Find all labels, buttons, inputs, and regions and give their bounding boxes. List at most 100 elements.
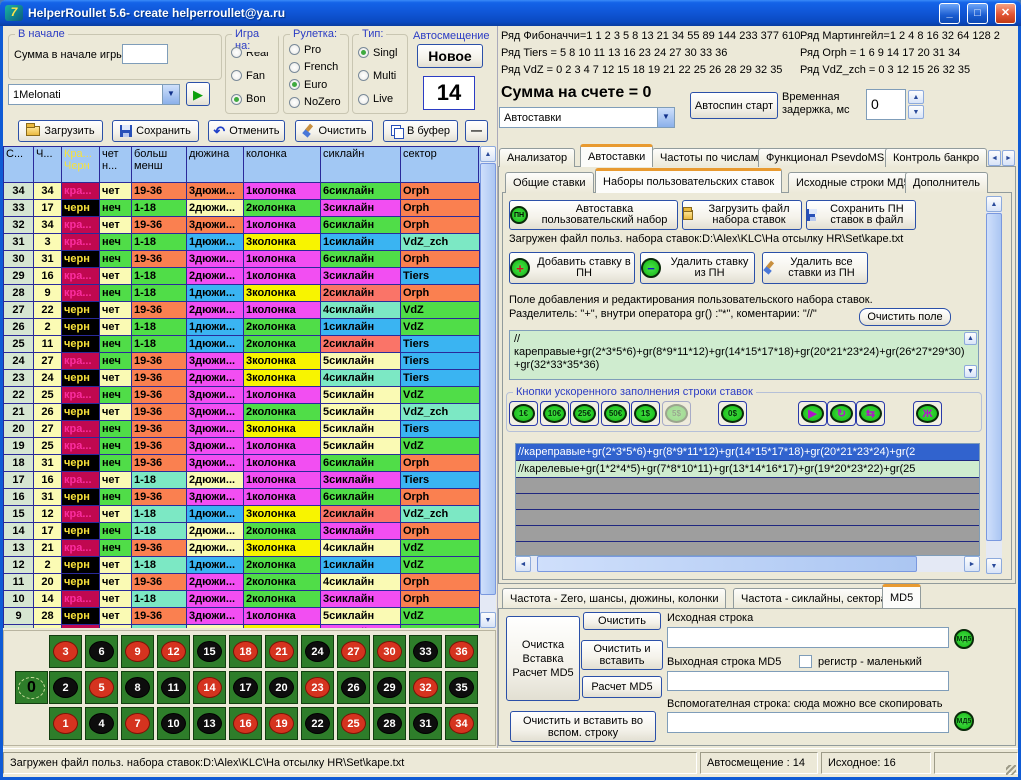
table-row[interactable]: 1631черннеч19-363дюжи...1колонка6сиклайн… (4, 489, 480, 506)
board-number-30[interactable]: 30 (373, 635, 406, 668)
delete-all-bets-button[interactable]: Удалить все ставки из ПН (762, 252, 868, 284)
board-number-10[interactable]: 10 (157, 707, 190, 740)
board-number-1[interactable]: 1 (49, 707, 82, 740)
tab-общие-ставки[interactable]: Общие ставки (505, 172, 594, 193)
table-row[interactable]: 928чернчет19-363дюжи...1колонка5сиклайнV… (4, 608, 480, 625)
table-row[interactable]: 2511черннеч1-181дюжи...2колонка2сиклайнT… (4, 336, 480, 353)
board-number-3[interactable]: 3 (49, 635, 82, 668)
table-row[interactable]: 2027кра...неч19-363дюжи...3колонка5сикла… (4, 421, 480, 438)
undo-button[interactable]: ↶Отменить (208, 120, 285, 142)
board-number-26[interactable]: 26 (337, 671, 370, 704)
chip-25€-button[interactable]: 25€ (570, 401, 599, 426)
spinner-down-icon[interactable]: ▼ (908, 105, 924, 119)
tab-наборы-пользовательских-ставок[interactable]: Наборы пользовательских ставок (595, 168, 782, 193)
board-number-29[interactable]: 29 (373, 671, 406, 704)
board-number-16[interactable]: 16 (229, 707, 262, 740)
tabs-scroll-right-icon[interactable]: ► (1002, 150, 1015, 166)
list-hscrollbar[interactable]: ◄ ► (515, 556, 980, 572)
chevron-down-icon[interactable]: ▼ (657, 108, 674, 127)
board-number-32[interactable]: 32 (409, 671, 442, 704)
panel-scroll-thumb[interactable] (986, 213, 1002, 541)
refresh-chip-button[interactable]: ↻ (827, 401, 856, 426)
case-checkbox[interactable] (799, 655, 812, 668)
board-number-12[interactable]: 12 (157, 635, 190, 668)
autobet-user-set-button[interactable]: ПН Автоставка пользовательский набор (509, 200, 678, 230)
board-number-7[interactable]: 7 (121, 707, 154, 740)
table-row[interactable]: 313кра...неч1-181дюжи...3колонка1сиклайн… (4, 234, 480, 251)
spinner-up-icon[interactable]: ▲ (908, 90, 924, 104)
board-zero[interactable]: 0 (15, 671, 48, 704)
delete-bet-button[interactable]: − Удалить ставку из ПН (640, 252, 755, 284)
tab-частоты-по-числам[interactable]: Частоты по числам (652, 148, 766, 167)
board-number-34[interactable]: 34 (445, 707, 478, 740)
md5-calc-icon[interactable]: МД5 (954, 629, 974, 649)
clear-button[interactable]: Очистить (295, 120, 373, 142)
md5-clear-button[interactable]: Очистить (583, 612, 661, 630)
scroll-up-icon[interactable]: ▲ (986, 196, 1002, 212)
scroll-right-icon[interactable]: ► (964, 556, 980, 572)
md5-aux-input[interactable] (667, 712, 949, 733)
table-row[interactable]: 2722чернчет19-362дюжи...1колонка4сиклайн… (4, 302, 480, 319)
board-number-14[interactable]: 14 (193, 671, 226, 704)
radio-euro[interactable]: Euro (289, 79, 344, 91)
table-row[interactable]: 2126чернчет19-363дюжи...2колонка5сиклайн… (4, 404, 480, 421)
radio-french[interactable]: French (289, 61, 344, 73)
table-scroll-thumb[interactable] (480, 163, 496, 595)
table-row[interactable]: 1831черннеч19-363дюжи...1колонка6сиклайн… (4, 455, 480, 472)
list-item-empty[interactable] (516, 542, 979, 556)
chip-50€-button[interactable]: 50€ (601, 401, 630, 426)
board-number-35[interactable]: 35 (445, 671, 478, 704)
board-number-22[interactable]: 22 (301, 707, 334, 740)
scroll-up-icon[interactable]: ▲ (480, 146, 496, 162)
field-scroll-down-icon[interactable]: ▼ (964, 365, 977, 378)
board-number-20[interactable]: 20 (265, 671, 298, 704)
board-number-2[interactable]: 2 (49, 671, 82, 704)
md5-calc-button[interactable]: Расчет MD5 (582, 676, 662, 698)
panel-scrollbar[interactable]: ▲ ▼ (986, 196, 1002, 574)
table-row[interactable]: 1321кра...неч19-362дюжи...3колонка4сикла… (4, 540, 480, 557)
save-set-file-button[interactable]: Сохранить ПН ставок в файл (806, 200, 916, 230)
autospin-start-button[interactable]: Автоспин старт (690, 92, 778, 119)
md5-big-button[interactable]: ОчисткаВставкаРасчет MD5 (506, 616, 580, 701)
md5-clear-paste-aux-button[interactable]: Очистить и вставить во вспом. строку (510, 711, 656, 742)
board-number-25[interactable]: 25 (337, 707, 370, 740)
chip-1€-button[interactable]: 1€ (509, 401, 538, 426)
minus-button[interactable]: — (465, 120, 488, 142)
table-row[interactable]: 2427кра...неч19-363дюжи...3колонка5сикла… (4, 353, 480, 370)
list-item-empty[interactable] (516, 478, 979, 494)
run-preset-button[interactable]: ▶ (186, 82, 210, 106)
board-number-27[interactable]: 27 (337, 635, 370, 668)
board-number-5[interactable]: 5 (85, 671, 118, 704)
radio-pro[interactable]: Pro (289, 44, 344, 56)
board-number-17[interactable]: 17 (229, 671, 262, 704)
chip-10€-button[interactable]: 10€ (540, 401, 569, 426)
table-row[interactable]: 289кра...неч1-181дюжи...3колонка2сиклайн… (4, 285, 480, 302)
board-number-36[interactable]: 36 (445, 635, 478, 668)
autobets-combobox[interactable]: Автоставки ▼ (499, 107, 675, 128)
board-number-19[interactable]: 19 (265, 707, 298, 740)
board-number-11[interactable]: 11 (157, 671, 190, 704)
board-number-28[interactable]: 28 (373, 707, 406, 740)
list-item-empty[interactable] (516, 494, 979, 510)
to-buffer-button[interactable]: В буфер (383, 120, 458, 142)
table-row[interactable]: 1925кра...неч19-363дюжи...1колонка5сикла… (4, 438, 480, 455)
table-row[interactable]: 1716кра...чет1-182дюжи...1колонка3сиклай… (4, 472, 480, 489)
list-item[interactable]: //карелевые+gr(1*2*4*5)+gr(7*8*10*11)+gr… (516, 461, 979, 478)
tab-дополнитель[interactable]: Дополнитель (905, 172, 988, 193)
field-scroll-up-icon[interactable]: ▲ (964, 332, 977, 345)
chevron-down-icon[interactable]: ▼ (162, 85, 179, 104)
table-row[interactable]: 122чернчет1-181дюжи...2колонка1сиклайнVd… (4, 557, 480, 574)
board-number-24[interactable]: 24 (301, 635, 334, 668)
board-number-18[interactable]: 18 (229, 635, 262, 668)
play-chip-button[interactable]: ▶ (798, 401, 827, 426)
preset-combobox[interactable]: 1Melonati ▼ (8, 84, 180, 105)
board-number-15[interactable]: 15 (193, 635, 226, 668)
transfer-chip-button[interactable]: ⇆ (856, 401, 885, 426)
list-item-empty[interactable] (516, 510, 979, 526)
board-number-4[interactable]: 4 (85, 707, 118, 740)
tab-функционал-psevdoms[interactable]: Функционал PsevdoMS (758, 148, 892, 167)
maximize-button[interactable]: □ (967, 3, 988, 24)
load-set-file-button[interactable]: Загрузить файл набора ставок (682, 200, 802, 230)
table-row[interactable]: 262чернчет1-181дюжи...2колонка1сиклайнVd… (4, 319, 480, 336)
table-row[interactable]: 3317черннеч1-182дюжи...2колонка3сиклайнO… (4, 200, 480, 217)
